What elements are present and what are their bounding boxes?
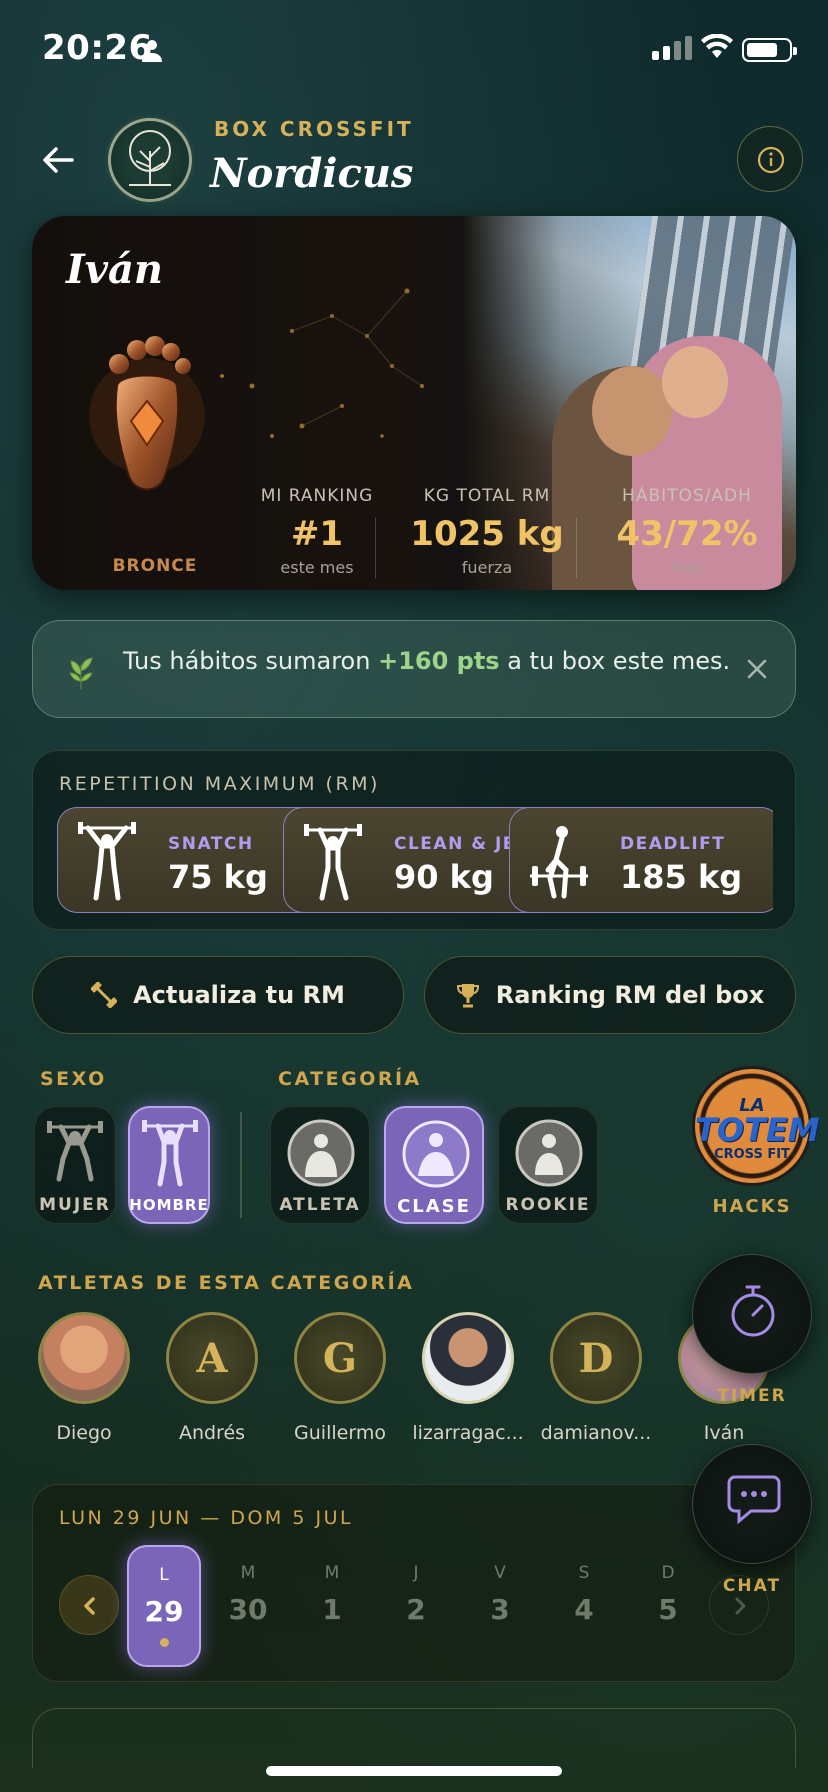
prev-week-button[interactable] [59, 1575, 119, 1635]
day-cell[interactable]: J2 [379, 1545, 453, 1667]
athletes-title: ATLETAS DE ESTA CATEGORÍA [38, 1272, 415, 1294]
sexo-label: SEXO [40, 1068, 107, 1090]
lift-card-deadlift[interactable]: DEADLIFT 185 kg [509, 807, 773, 913]
avatar: G [294, 1312, 386, 1404]
filter-rookie[interactable]: ROOKIE [498, 1106, 598, 1224]
habits-notice-banner: Tus hábitos sumaron +160 pts a tu box es… [32, 620, 796, 718]
deadlift-athlete-icon [530, 826, 588, 899]
male-athlete-icon [142, 1120, 198, 1187]
athlete-item[interactable]: Diego [38, 1312, 130, 1444]
close-icon[interactable] [739, 651, 775, 687]
info-icon [757, 146, 785, 174]
signal-icon [652, 36, 692, 60]
chat-bubble-icon [727, 1475, 781, 1525]
shield-rookie-icon [515, 1119, 583, 1187]
avatar [422, 1312, 514, 1404]
female-athlete-icon [47, 1121, 103, 1182]
timer-button[interactable] [692, 1254, 812, 1374]
stat-ranking: MI RANKING #1 este mes [260, 486, 374, 577]
chat-button[interactable] [692, 1444, 812, 1564]
battery-icon [742, 38, 797, 62]
day-cell[interactable]: M1 [295, 1545, 369, 1667]
avatar [38, 1312, 130, 1404]
home-indicator[interactable] [266, 1766, 562, 1776]
timer-label: TIMER [717, 1386, 787, 1406]
constellation-decoration [220, 288, 424, 438]
info-button[interactable] [737, 126, 803, 192]
back-arrow-icon[interactable] [38, 140, 78, 180]
filter-hombre[interactable]: HOMBRE [128, 1106, 210, 1224]
wifi-icon [701, 34, 733, 58]
filter-atleta[interactable]: ATLETA [270, 1106, 370, 1224]
avatar: A [166, 1312, 258, 1404]
clean-jerk-athlete-icon [304, 824, 362, 901]
stat-habits: HÁBITOS/ADH 43/72% mes [616, 486, 758, 577]
status-bar: 20:26 [0, 0, 828, 100]
leaf-icon [69, 657, 93, 689]
filter-mujer[interactable]: MUJER [34, 1106, 116, 1224]
stat-kg-total: KG TOTAL RM 1025 kg fuerza [410, 486, 564, 577]
event-dot [159, 1638, 169, 1647]
day-cell[interactable]: S4 [547, 1545, 621, 1667]
rm-title: REPETITION MAXIMUM (RM) [59, 773, 380, 795]
person-icon [142, 40, 162, 62]
athlete-item[interactable]: G Guillermo [294, 1312, 386, 1444]
categoria-label: CATEGORÍA [278, 1068, 422, 1090]
day-cell[interactable]: V3 [463, 1545, 537, 1667]
points-highlight: +160 pts [378, 647, 500, 675]
notice-text: Tus hábitos sumaron +160 pts a tu box es… [123, 647, 731, 675]
day-cell[interactable]: D5 [631, 1545, 705, 1667]
trophy-icon [456, 984, 479, 1008]
bronze-footprint-badge-icon [89, 336, 205, 491]
week-range-title: LUN 29 JUN — DOM 5 JUL [59, 1507, 354, 1529]
tree-icon [129, 130, 171, 186]
stopwatch-icon [731, 1285, 775, 1337]
athlete-item[interactable]: lizarragac... [412, 1312, 524, 1444]
chevron-right-icon [735, 1597, 746, 1615]
profile-hero-card[interactable]: Iván BRONCE MI RANKING #1 este mes KG TO… [32, 216, 796, 590]
week-calendar-card: LUN 29 JUN — DOM 5 JUL L 29 M 30 M1 J2 V3… [32, 1484, 796, 1682]
day-cell[interactable]: L 29 [127, 1545, 201, 1667]
shield-class-icon [402, 1120, 470, 1188]
filter-clase[interactable]: CLASE [384, 1106, 484, 1224]
brand-subtitle: BOX CROSSFIT [214, 117, 414, 141]
chat-label: CHAT [722, 1576, 782, 1596]
day-cell[interactable]: M 30 [211, 1545, 285, 1667]
status-time: 20:26 [42, 28, 153, 68]
athlete-item[interactable]: A Andrés [166, 1312, 258, 1444]
next-card-peek [32, 1708, 796, 1768]
chevron-left-icon [84, 1597, 95, 1615]
athlete-item[interactable]: D damianov... [541, 1312, 651, 1444]
rank-tier-label: BRONCE [112, 556, 198, 576]
avatar: D [550, 1312, 642, 1404]
update-rm-button[interactable]: Actualiza tu RM [32, 956, 404, 1034]
brand-title: Nordicus [210, 150, 414, 197]
totem-crossfit-logo[interactable]: LA TOTEM CROSS FIT [692, 1066, 820, 1186]
ranking-rm-button[interactable]: Ranking RM del box [424, 956, 796, 1034]
snatch-athlete-icon [78, 822, 136, 901]
box-logo [108, 118, 192, 202]
rm-card: REPETITION MAXIMUM (RM) SNATCH 75 kg CLE… [32, 750, 796, 930]
rm-carousel[interactable]: SNATCH 75 kg CLEAN & JERK 90 kg DEADLIFT… [57, 807, 773, 919]
dumbbell-icon [91, 982, 118, 1008]
shield-athlete-icon [287, 1119, 355, 1187]
athlete-name: Iván [66, 246, 163, 293]
hacks-label[interactable]: HACKS [700, 1196, 804, 1217]
